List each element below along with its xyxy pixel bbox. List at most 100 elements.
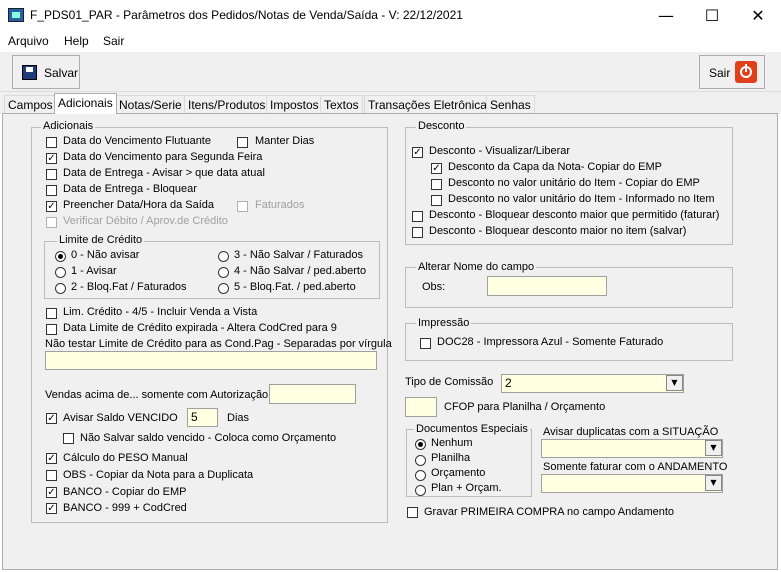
calculo-peso-checkbox[interactable]: ✓	[46, 453, 57, 464]
limite-option-5-radio[interactable]	[218, 283, 229, 294]
toolbar	[0, 52, 781, 92]
doc-planilha-radio[interactable]	[415, 455, 426, 466]
avisar-saldo-checkbox[interactable]: ✓	[46, 413, 57, 424]
desconto-valor-unit-informado-label: Desconto no valor unitário do Item - Inf…	[448, 193, 715, 205]
preencher-data-saida-label: Preencher Data/Hora da Saída	[63, 199, 215, 211]
data-venc-flutuante-checkbox[interactable]	[46, 137, 57, 148]
manter-dias-label: Manter Dias	[255, 135, 315, 147]
verificar-debito-label: Verificar Débito / Aprov.de Crédito	[63, 215, 228, 227]
data-venc-segunda-checkbox[interactable]: ✓	[46, 153, 57, 164]
menu-arquivo[interactable]: Arquivo	[8, 34, 49, 48]
doc28-label: DOC28 - Impressora Azul - Somente Fatura…	[437, 336, 664, 348]
minimize-button[interactable]: —	[643, 0, 689, 31]
tipo-comissao-label: Tipo de Comissão	[405, 376, 494, 388]
close-button[interactable]: ✕	[735, 0, 781, 31]
desconto-valor-unit-informado-checkbox[interactable]	[431, 195, 442, 206]
faturados-label: Faturados	[255, 199, 305, 211]
avisar-duplicatas-dropdown-icon[interactable]: ▼	[705, 440, 722, 456]
save-button[interactable]: Salvar	[12, 55, 80, 89]
exit-button[interactable]: Sair	[699, 55, 765, 89]
doc-plan-orcam-radio[interactable]	[415, 485, 426, 496]
desconto-visualizar-label: Desconto - Visualizar/Liberar	[429, 145, 571, 157]
doc-plan-orcam-label: Plan + Orçam.	[431, 482, 502, 494]
tab-impostos[interactable]: Impostos	[266, 95, 323, 114]
gravar-primeira-compra-checkbox[interactable]	[407, 507, 418, 518]
somente-faturar-label: Somente faturar com o ANDAMENTO	[543, 461, 728, 473]
somente-faturar-select[interactable]	[541, 474, 723, 493]
banco-999-checkbox[interactable]: ✓	[46, 503, 57, 514]
desconto-title: Desconto	[416, 120, 467, 132]
tab-transacoes-eletronicas[interactable]: Transações Eletrônicas	[364, 95, 497, 114]
lim-credito-45-label: Lim. Crédito - 4/5 - Incluir Venda a Vis…	[63, 306, 258, 318]
cfop-input[interactable]	[405, 397, 437, 417]
lim-credito-45-checkbox[interactable]	[46, 308, 57, 319]
vendas-acima-label: Vendas acima de... somente com Autorizaç…	[45, 389, 269, 401]
doc28-checkbox[interactable]	[420, 338, 431, 349]
verificar-debito-checkbox[interactable]	[46, 217, 57, 228]
dias-label: Dias	[227, 412, 250, 424]
tab-campos[interactable]: Campos	[4, 95, 57, 114]
avisar-saldo-label: Avisar Saldo VENCIDO	[63, 412, 178, 424]
limite-option-3-radio[interactable]	[218, 251, 229, 262]
nao-testar-input[interactable]	[45, 351, 377, 370]
obs-copiar-label: OBS - Copiar da Nota para a Duplicata	[63, 469, 254, 481]
desconto-capa-nota-checkbox[interactable]: ✓	[431, 163, 442, 174]
obs-input[interactable]	[487, 276, 607, 296]
impressao-title: Impressão	[416, 317, 472, 329]
tab-notas-serie[interactable]: Notas/Serie	[115, 95, 186, 114]
manter-dias-checkbox[interactable]	[237, 137, 248, 148]
save-label: Salvar	[44, 66, 79, 80]
cfop-label: CFOP para Planilha / Orçamento	[444, 401, 606, 413]
doc-nenhum-label: Nenhum	[431, 437, 473, 449]
avisar-saldo-dias-input[interactable]: 5	[187, 408, 218, 427]
limite-credito-title: Limite de Crédito	[57, 234, 145, 246]
tab-senhas[interactable]: Senhas	[486, 95, 535, 114]
banco-copiar-label: BANCO - Copiar do EMP	[63, 486, 187, 498]
preencher-data-saida-checkbox[interactable]: ✓	[46, 201, 57, 212]
avisar-duplicatas-select[interactable]	[541, 439, 723, 458]
exit-label: Sair	[709, 66, 731, 80]
tipo-comissao-dropdown-icon[interactable]: ▼	[666, 375, 683, 391]
desconto-bloquear-salvar-checkbox[interactable]	[412, 227, 423, 238]
desconto-bloquear-salvar-label: Desconto - Bloquear desconto maior no it…	[429, 225, 687, 237]
desconto-bloquear-faturar-checkbox[interactable]	[412, 211, 423, 222]
nao-salvar-saldo-label: Não Salvar saldo vencido - Coloca como O…	[80, 432, 337, 444]
obs-copiar-checkbox[interactable]	[46, 470, 57, 481]
limite-option-0-radio[interactable]	[55, 251, 66, 262]
desconto-valor-unit-copiar-checkbox[interactable]	[431, 179, 442, 190]
alterar-nome-title: Alterar Nome do campo	[416, 261, 537, 273]
tab-itens-produtos[interactable]: Itens/Produtos	[184, 95, 270, 114]
maximize-button[interactable]: ☐	[689, 0, 735, 31]
adicionais-title: Adicionais	[41, 120, 96, 132]
desconto-visualizar-checkbox[interactable]: ✓	[412, 147, 423, 158]
doc-orcamento-radio[interactable]	[415, 470, 426, 481]
faturados-checkbox[interactable]	[237, 201, 248, 212]
data-entrega-avisar-checkbox[interactable]	[46, 169, 57, 180]
limite-option-3-label: 3 - Não Salvar / Faturados	[234, 249, 364, 261]
limite-option-2-label: 2 - Bloq.Fat / Faturados	[71, 281, 187, 293]
limite-option-4-radio[interactable]	[218, 267, 229, 278]
doc-nenhum-radio[interactable]	[415, 439, 426, 450]
data-entrega-bloquear-label: Data de Entrega - Bloquear	[63, 183, 197, 195]
limite-option-1-radio[interactable]	[55, 267, 66, 278]
data-limite-expirada-label: Data Limite de Crédito expirada - Altera…	[63, 322, 337, 334]
banco-copiar-checkbox[interactable]: ✓	[46, 487, 57, 498]
data-entrega-bloquear-checkbox[interactable]	[46, 185, 57, 196]
nao-salvar-saldo-checkbox[interactable]	[63, 433, 74, 444]
limite-option-2-radio[interactable]	[55, 283, 66, 294]
tab-adicionais[interactable]: Adicionais	[54, 93, 117, 114]
documentos-especiais-title: Documentos Especiais	[414, 423, 530, 435]
calculo-peso-label: Cálculo do PESO Manual	[63, 452, 188, 464]
somente-faturar-dropdown-icon[interactable]: ▼	[705, 475, 722, 491]
limite-option-0-label: 0 - Não avisar	[71, 249, 140, 261]
menu-sair[interactable]: Sair	[103, 34, 124, 48]
data-limite-expirada-checkbox[interactable]	[46, 324, 57, 335]
tab-textos[interactable]: Textos	[320, 95, 363, 114]
tipo-comissao-select[interactable]: 2	[501, 374, 684, 393]
vendas-acima-input[interactable]	[269, 384, 356, 404]
doc-orcamento-label: Orçamento	[431, 467, 486, 479]
tipo-comissao-value: 2	[505, 376, 512, 390]
menu-help[interactable]: Help	[64, 34, 89, 48]
avisar-duplicatas-label: Avisar duplicatas com a SITUAÇÃO	[543, 426, 719, 438]
nao-testar-label: Não testar Limite de Crédito para as Con…	[45, 338, 392, 350]
